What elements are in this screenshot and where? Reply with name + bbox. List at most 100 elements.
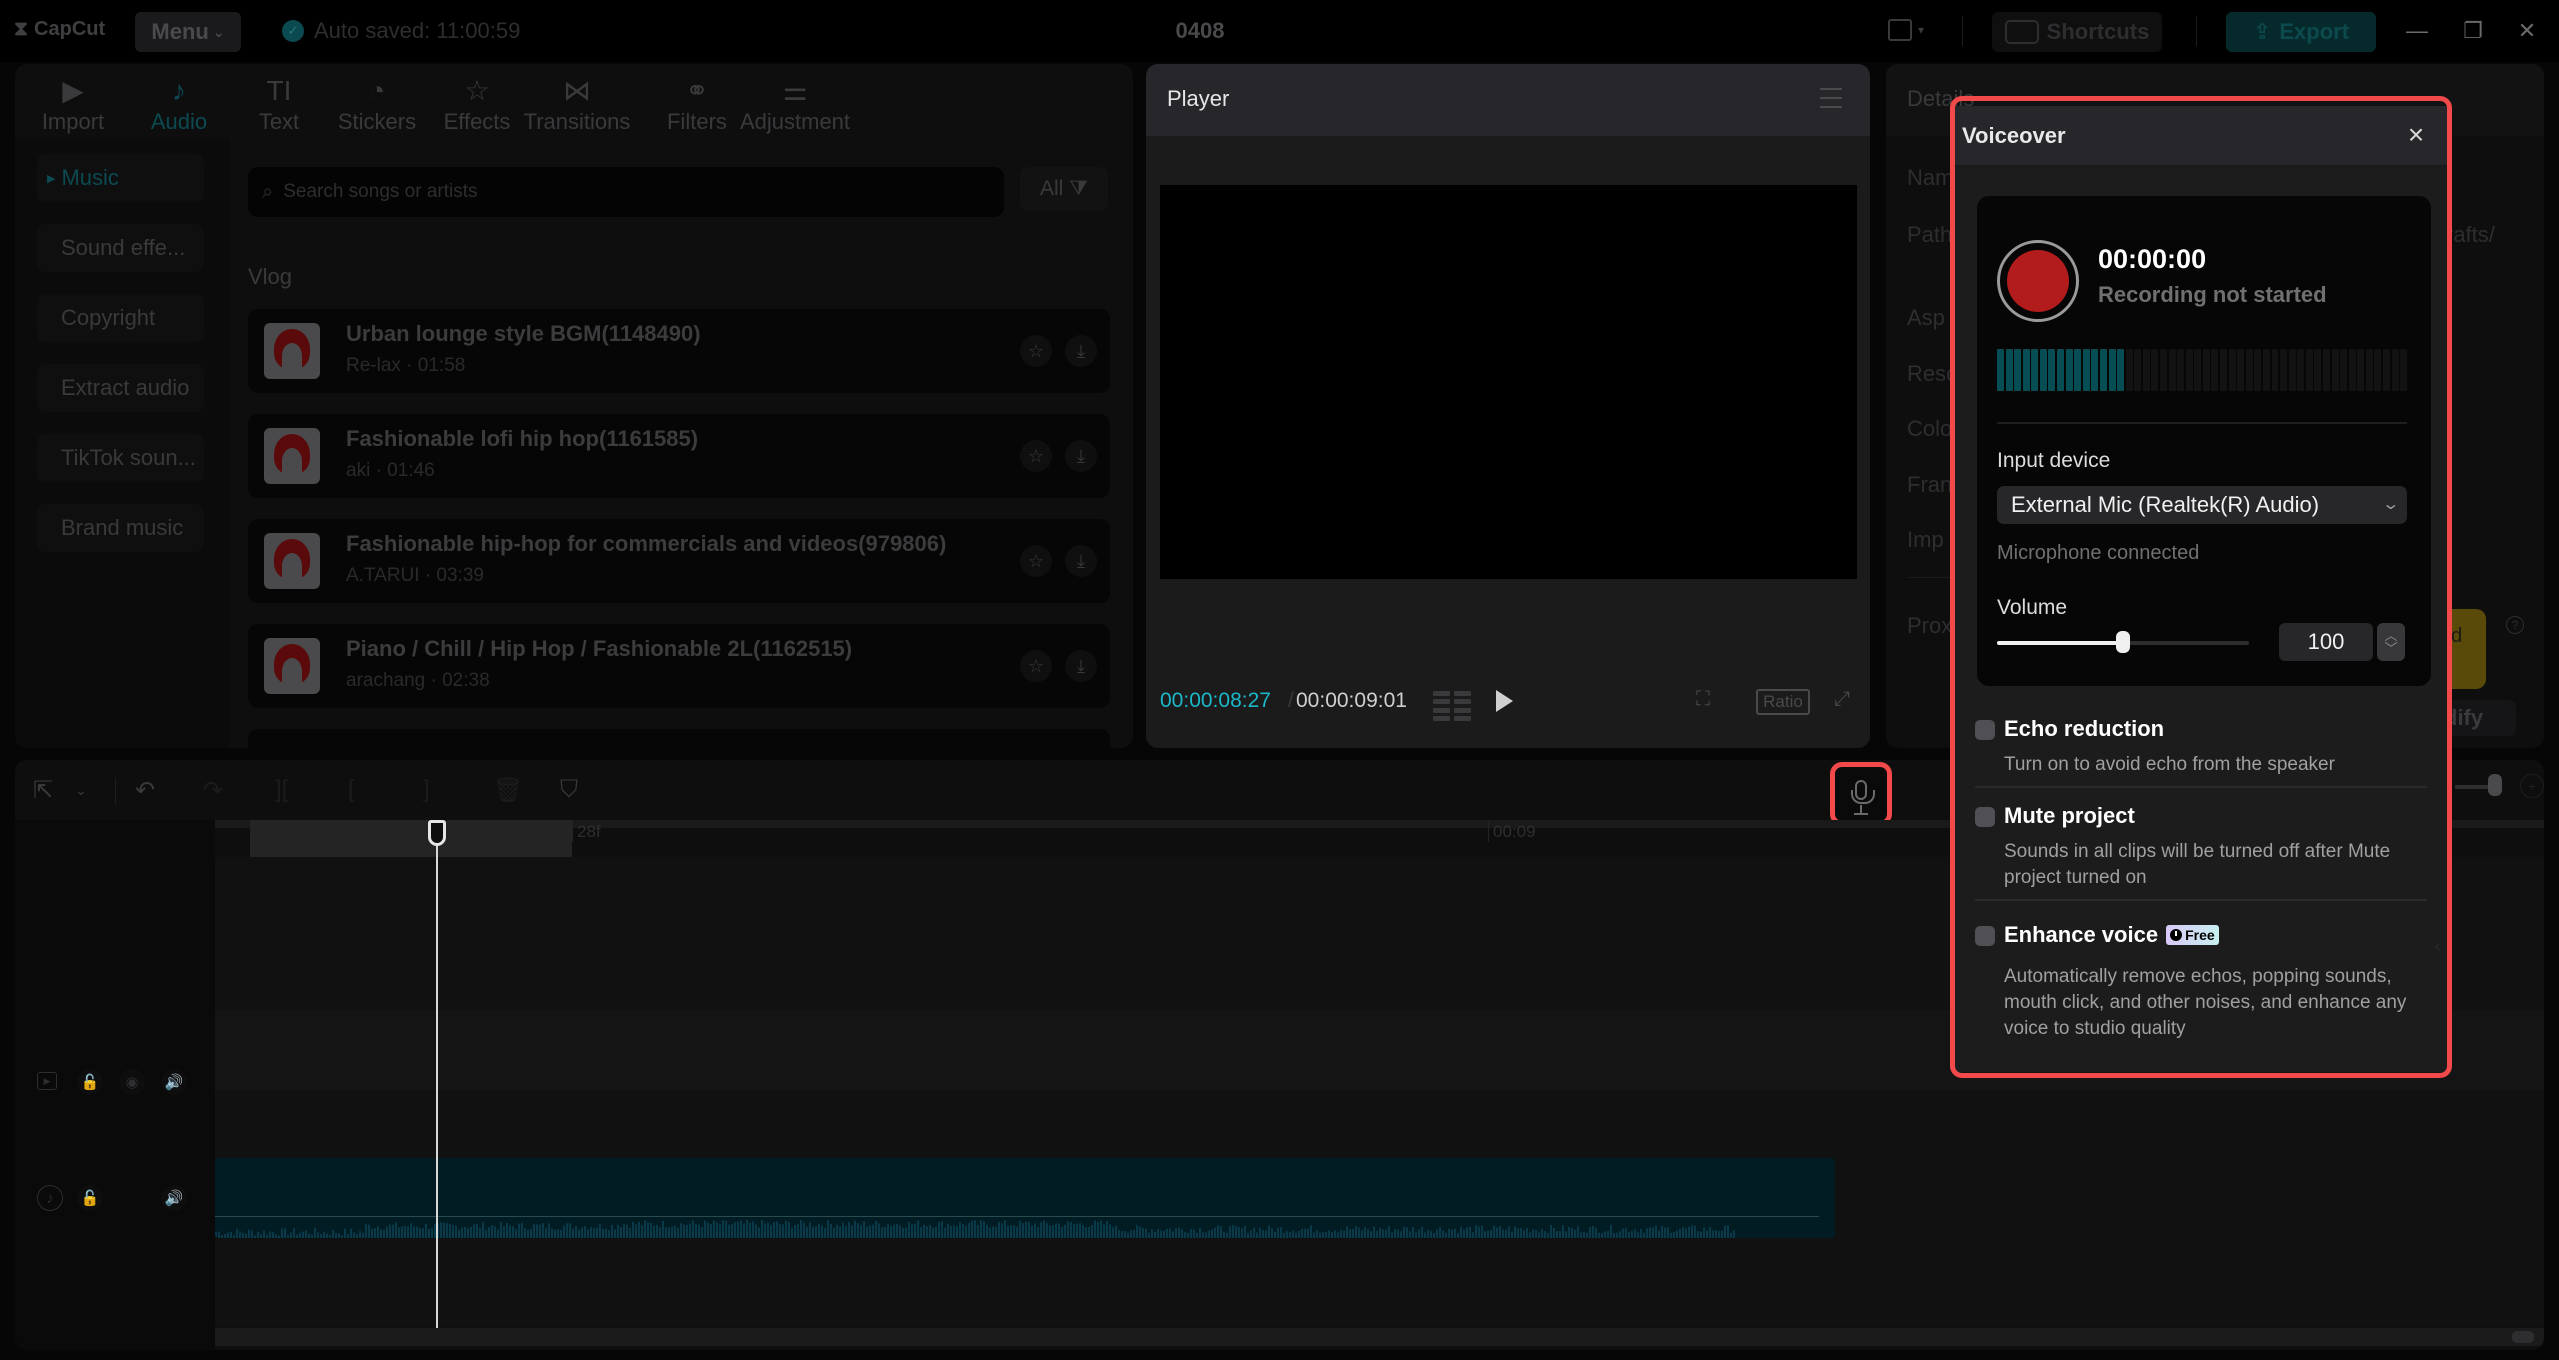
category-item[interactable]: Brand music: [37, 504, 204, 552]
music-track-item[interactable]: Fashionable lofi hip hop(1161585) aki · 0…: [248, 414, 1110, 498]
volume-slider[interactable]: [1997, 631, 2249, 653]
play-button[interactable]: [1496, 690, 1513, 712]
timeline-scrollbar[interactable]: [215, 1328, 2544, 1346]
category-item[interactable]: Extract audio: [37, 364, 204, 412]
waveform-bar: [242, 1232, 244, 1238]
download-button[interactable]: ⤓: [1065, 545, 1097, 577]
favorite-button[interactable]: ☆: [1020, 440, 1052, 472]
timeline-list-icon[interactable]: [1433, 691, 1471, 721]
lock-icon[interactable]: 🔓: [77, 1185, 103, 1211]
waveform-bar: [1091, 1224, 1093, 1238]
tab-import[interactable]: ▶ Import: [23, 64, 123, 139]
ratio-button[interactable]: Ratio: [1756, 689, 1810, 715]
volume-icon[interactable]: 🔊: [161, 1069, 187, 1095]
download-button[interactable]: ⤓: [1065, 650, 1097, 682]
search-input[interactable]: ⌕ Search songs or artists: [248, 167, 1004, 217]
eye-icon[interactable]: ◉: [119, 1069, 145, 1095]
trim-right-icon[interactable]: ]: [423, 776, 430, 804]
restore-button[interactable]: ❐: [2456, 14, 2490, 48]
layout-button[interactable]: ▾: [1888, 19, 1924, 41]
waveform-bar: [506, 1223, 508, 1238]
waveform-bar: [1187, 1232, 1189, 1238]
video-preview[interactable]: [1160, 185, 1857, 579]
waveform-bar: [1499, 1226, 1501, 1238]
tab-effects[interactable]: ☆ Effects: [427, 64, 527, 139]
music-track-item[interactable]: Piano / Chill / Hip Hop / Fashionable 2L…: [248, 624, 1110, 708]
waveform-bar: [1001, 1223, 1003, 1238]
chevron-down-icon[interactable]: ﹀: [2384, 642, 2397, 655]
waveform-bar: [1577, 1226, 1579, 1238]
waveform-bar: [1547, 1232, 1549, 1238]
zoom-preview-icon[interactable]: ⛶: [1696, 688, 1710, 711]
close-window-button[interactable]: ✕: [2510, 14, 2544, 48]
category-label: Extract audio: [61, 375, 190, 400]
player-title: Player: [1167, 86, 1230, 111]
record-button[interactable]: [1997, 240, 2079, 322]
marker-icon[interactable]: ⛉: [560, 776, 578, 804]
delete-icon[interactable]: 🗑: [493, 776, 523, 804]
filter-button[interactable]: All ⧩: [1020, 167, 1108, 211]
timeline-zoom-handle[interactable]: [2488, 774, 2502, 796]
waveform-bar: [1691, 1225, 1693, 1238]
waveform-bar: [1382, 1229, 1384, 1238]
menu-button[interactable]: Menu ⌄: [135, 12, 241, 52]
scrollbar-thumb[interactable]: [2512, 1331, 2534, 1343]
playhead[interactable]: [436, 820, 438, 1328]
tab-stickers[interactable]: ◔ Stickers: [327, 64, 427, 139]
tab-transitions[interactable]: ⋈ Transitions: [524, 64, 631, 139]
volume-stepper[interactable]: ︿ ﹀: [2377, 623, 2405, 661]
waveform-bar: [296, 1234, 298, 1238]
category-item[interactable]: ▶ Music: [37, 154, 204, 202]
waveform-bar: [941, 1221, 943, 1238]
record-voiceover-button[interactable]: [1830, 762, 1892, 826]
shortcuts-button[interactable]: Shortcuts: [1992, 12, 2162, 52]
close-button[interactable]: ×: [2403, 119, 2429, 150]
effects-icon: ☆: [464, 75, 490, 106]
tab-filters[interactable]: ⚭ Filters: [647, 64, 747, 139]
select-tool-icon[interactable]: ⇱: [33, 776, 53, 804]
help-icon[interactable]: ?: [2506, 616, 2524, 634]
tab-adjustment[interactable]: ⚌ Adjustment: [740, 64, 850, 139]
zoom-in-icon[interactable]: +: [2520, 774, 2544, 798]
enhance-voice-checkbox[interactable]: [1975, 926, 1995, 946]
split-icon[interactable]: ][: [275, 776, 288, 804]
category-item[interactable]: Sound effe...: [37, 224, 204, 272]
download-button[interactable]: ⤓: [1065, 440, 1097, 472]
waveform-bar: [1658, 1230, 1660, 1238]
mute-project-checkbox[interactable]: [1975, 807, 1995, 827]
music-track-item[interactable]: [248, 729, 1110, 748]
volume-input[interactable]: 100: [2279, 623, 2373, 661]
input-device-select[interactable]: External Mic (Realtek(R) Audio) ⌄: [1997, 486, 2407, 524]
favorite-button[interactable]: ☆: [1020, 650, 1052, 682]
trim-left-icon[interactable]: [: [348, 776, 355, 804]
volume-icon[interactable]: 🔊: [161, 1185, 187, 1211]
echo-reduction-checkbox[interactable]: [1975, 720, 1995, 740]
favorite-button[interactable]: ☆: [1020, 335, 1052, 367]
tab-audio[interactable]: ♪ Audio: [129, 64, 229, 139]
transitions-icon: ⋈: [563, 75, 591, 106]
volume-slider-handle[interactable]: [2116, 631, 2130, 653]
fullscreen-icon[interactable]: ⤢: [1834, 688, 1850, 711]
music-track-item[interactable]: Urban lounge style BGM(1148490) Re-lax · …: [248, 309, 1110, 393]
tab-text[interactable]: TI Text: [229, 64, 329, 139]
redo-icon[interactable]: ↷: [203, 776, 223, 804]
music-track-item[interactable]: Fashionable hip-hop for commercials and …: [248, 519, 1110, 603]
category-item[interactable]: Copyright: [37, 294, 204, 342]
favorite-button[interactable]: ☆: [1020, 545, 1052, 577]
player-menu-icon[interactable]: [1820, 88, 1842, 108]
waveform-bar: [1313, 1232, 1315, 1238]
download-button[interactable]: ⤓: [1065, 335, 1097, 367]
undo-icon[interactable]: ↶: [135, 776, 155, 804]
chevron-down-icon[interactable]: ⌄: [75, 776, 87, 804]
lock-icon[interactable]: 🔓: [77, 1069, 103, 1095]
close-icon: ×: [2407, 119, 2425, 150]
export-button[interactable]: ⇪ Export: [2226, 12, 2376, 52]
waveform-bar: [1424, 1232, 1426, 1238]
waveform-bar: [518, 1223, 520, 1238]
section-heading: Vlog: [248, 264, 293, 289]
audio-clip[interactable]: [215, 1158, 1835, 1238]
modify-button[interactable]: dify: [2436, 700, 2516, 736]
category-item[interactable]: TikTok soun...: [37, 434, 204, 482]
minimize-button[interactable]: —: [2400, 14, 2434, 48]
playhead-handle[interactable]: [428, 820, 446, 846]
